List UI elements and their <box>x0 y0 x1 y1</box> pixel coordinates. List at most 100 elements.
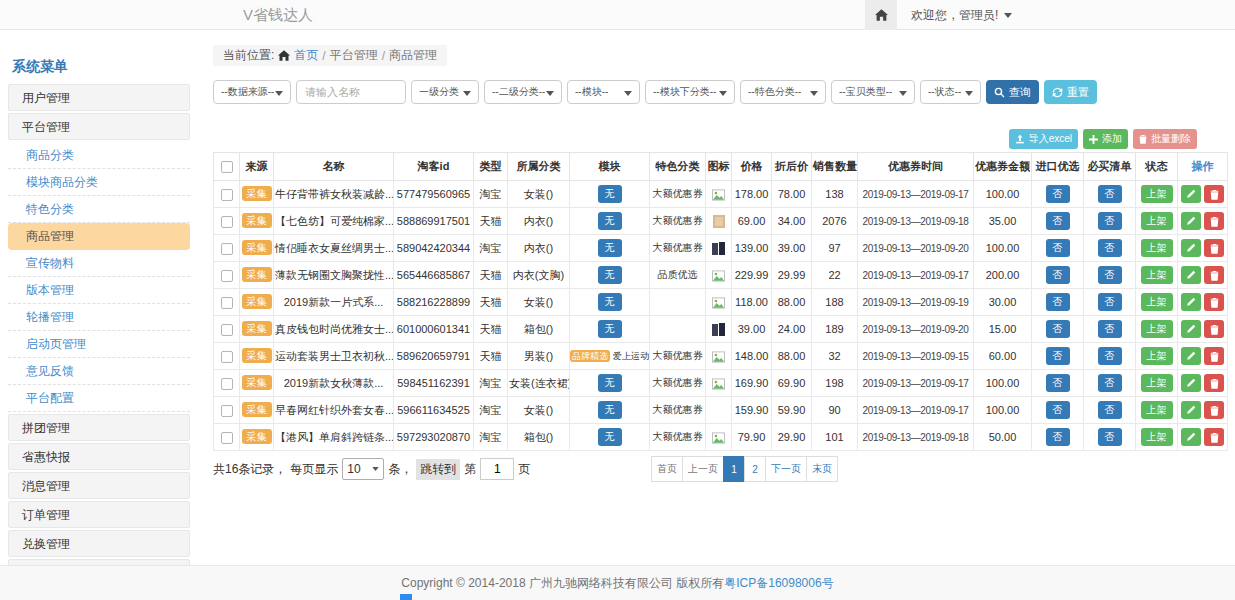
row-checkbox[interactable] <box>221 270 233 282</box>
sidebar-item[interactable]: 兑换管理 <box>8 530 190 557</box>
status-on-shelf-badge[interactable]: 上架 <box>1141 320 1173 338</box>
sidebar-subitem[interactable]: 轮播管理 <box>8 304 190 331</box>
sidebar-item[interactable]: 消息管理 <box>8 472 190 499</box>
import-excel-button[interactable]: 导入excel <box>1009 129 1078 149</box>
import-no-badge[interactable]: 否 <box>1046 185 1070 203</box>
import-no-badge[interactable]: 否 <box>1046 212 1070 230</box>
row-checkbox[interactable] <box>221 405 233 417</box>
page-size-select[interactable]: 10 <box>342 458 384 480</box>
sidebar-subitem[interactable]: 宣传物料 <box>8 250 190 277</box>
mustbuy-no-badge[interactable]: 否 <box>1098 239 1122 257</box>
import-no-badge[interactable]: 否 <box>1046 293 1070 311</box>
import-no-badge[interactable]: 否 <box>1046 401 1070 419</box>
edit-button[interactable] <box>1181 401 1201 419</box>
sidebar-subitem[interactable]: 商品分类 <box>8 142 190 169</box>
status-on-shelf-badge[interactable]: 上架 <box>1141 401 1173 419</box>
search-button[interactable]: 查询 <box>986 80 1039 104</box>
page-button[interactable]: 首页 <box>651 456 683 482</box>
delete-button[interactable] <box>1204 428 1224 446</box>
edit-button[interactable] <box>1181 320 1201 338</box>
mustbuy-no-badge[interactable]: 否 <box>1098 374 1122 392</box>
page-button[interactable]: 下一页 <box>765 456 807 482</box>
edit-button[interactable] <box>1181 185 1201 203</box>
mustbuy-no-badge[interactable]: 否 <box>1098 347 1122 365</box>
import-no-badge[interactable]: 否 <box>1046 347 1070 365</box>
page-button[interactable]: 上一页 <box>682 456 724 482</box>
level1-category-select[interactable]: 一级分类 <box>411 80 479 104</box>
row-checkbox[interactable] <box>221 297 233 309</box>
sidebar-subitem[interactable]: 商品管理 <box>8 223 190 250</box>
select-all-checkbox[interactable] <box>221 161 233 173</box>
home-button[interactable] <box>865 0 897 30</box>
edit-button[interactable] <box>1181 374 1201 392</box>
page-button[interactable]: 末页 <box>806 456 838 482</box>
import-no-badge[interactable]: 否 <box>1046 266 1070 284</box>
edit-button[interactable] <box>1181 212 1201 230</box>
delete-button[interactable] <box>1204 185 1224 203</box>
mustbuy-no-badge[interactable]: 否 <box>1098 266 1122 284</box>
sidebar-item-platform[interactable]: 平台管理 <box>8 113 190 140</box>
name-search-input[interactable] <box>296 80 406 104</box>
feature-category-select[interactable]: --特色分类-- <box>740 80 826 104</box>
edit-button[interactable] <box>1181 239 1201 257</box>
sidebar-subitem[interactable]: 模块商品分类 <box>8 169 190 196</box>
module-sub-select[interactable]: --模块下分类-- <box>645 80 735 104</box>
breadcrumb-item-platform[interactable]: 平台管理 <box>330 47 378 64</box>
status-select[interactable]: --状态-- <box>920 80 981 104</box>
status-on-shelf-badge[interactable]: 上架 <box>1141 293 1173 311</box>
page-button[interactable]: 2 <box>744 456 766 482</box>
delete-button[interactable] <box>1204 320 1224 338</box>
data-source-select[interactable]: --数据来源-- <box>213 80 291 104</box>
sidebar-subitem[interactable]: 意见反馈 <box>8 358 190 385</box>
sidebar-item[interactable]: 拼团管理 <box>8 414 190 441</box>
icp-link[interactable]: 粤ICP备16098006号 <box>724 576 833 590</box>
mustbuy-no-badge[interactable]: 否 <box>1098 320 1122 338</box>
add-button[interactable]: 添加 <box>1083 129 1128 149</box>
edit-button[interactable] <box>1181 266 1201 284</box>
module-select[interactable]: --模块-- <box>567 80 640 104</box>
status-on-shelf-badge[interactable]: 上架 <box>1141 347 1173 365</box>
level2-category-select[interactable]: --二级分类-- <box>484 80 562 104</box>
import-no-badge[interactable]: 否 <box>1046 239 1070 257</box>
edit-button[interactable] <box>1181 293 1201 311</box>
delete-button[interactable] <box>1204 293 1224 311</box>
row-checkbox[interactable] <box>221 189 233 201</box>
delete-button[interactable] <box>1204 374 1224 392</box>
row-checkbox[interactable] <box>221 324 233 336</box>
sidebar-subitem[interactable]: 版本管理 <box>8 277 190 304</box>
mustbuy-no-badge[interactable]: 否 <box>1098 212 1122 230</box>
welcome-text[interactable]: 欢迎您，管理员! <box>897 7 1004 24</box>
batch-delete-button[interactable]: 批量删除 <box>1133 129 1197 149</box>
delete-button[interactable] <box>1204 239 1224 257</box>
row-checkbox[interactable] <box>221 243 233 255</box>
status-on-shelf-badge[interactable]: 上架 <box>1141 428 1173 446</box>
caret-down-icon[interactable] <box>1004 13 1012 18</box>
status-on-shelf-badge[interactable]: 上架 <box>1141 185 1173 203</box>
row-checkbox[interactable] <box>221 216 233 228</box>
page-button[interactable]: 1 <box>723 456 745 482</box>
reset-button[interactable]: 重置 <box>1044 80 1097 104</box>
import-no-badge[interactable]: 否 <box>1046 374 1070 392</box>
status-on-shelf-badge[interactable]: 上架 <box>1141 266 1173 284</box>
import-no-badge[interactable]: 否 <box>1046 320 1070 338</box>
edit-button[interactable] <box>1181 347 1201 365</box>
mustbuy-no-badge[interactable]: 否 <box>1098 185 1122 203</box>
breadcrumb-home-link[interactable]: 首页 <box>294 47 318 64</box>
status-on-shelf-badge[interactable]: 上架 <box>1141 374 1173 392</box>
row-checkbox[interactable] <box>221 432 233 444</box>
row-checkbox[interactable] <box>221 351 233 363</box>
mustbuy-no-badge[interactable]: 否 <box>1098 293 1122 311</box>
delete-button[interactable] <box>1204 266 1224 284</box>
row-checkbox[interactable] <box>221 378 233 390</box>
status-on-shelf-badge[interactable]: 上架 <box>1141 212 1173 230</box>
delete-button[interactable] <box>1204 212 1224 230</box>
sidebar-item[interactable]: 省惠快报 <box>8 443 190 470</box>
import-no-badge[interactable]: 否 <box>1046 428 1070 446</box>
mustbuy-no-badge[interactable]: 否 <box>1098 428 1122 446</box>
status-on-shelf-badge[interactable]: 上架 <box>1141 239 1173 257</box>
breadcrumb-item-goods[interactable]: 商品管理 <box>389 47 437 64</box>
edit-button[interactable] <box>1181 428 1201 446</box>
sidebar-item-users[interactable]: 用户管理 <box>8 84 190 111</box>
delete-button[interactable] <box>1204 347 1224 365</box>
item-type-select[interactable]: --宝贝类型-- <box>831 80 915 104</box>
